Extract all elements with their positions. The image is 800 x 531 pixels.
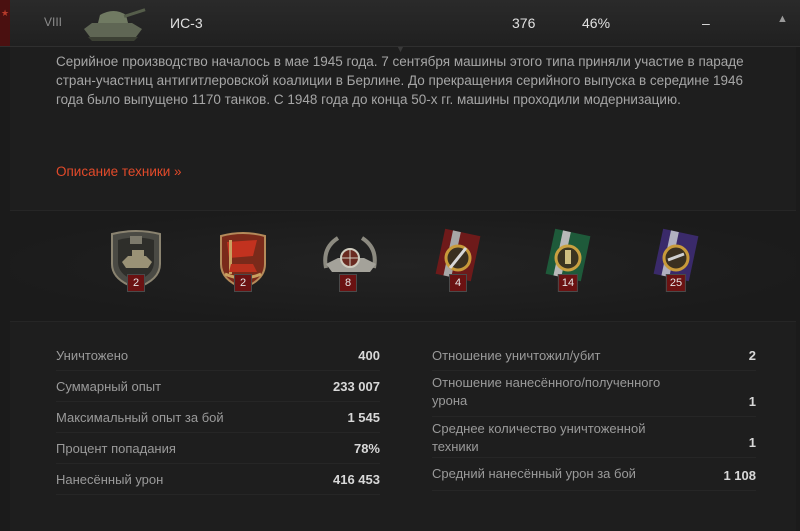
stat-label: Отношение уничтожил/убит	[432, 348, 601, 363]
stat-label: Уничтожено	[56, 348, 129, 363]
tank-row-header[interactable]: ★ VIII ИС-3 376 46% – ▲	[0, 0, 800, 47]
stat-value: 1	[748, 394, 756, 409]
stat-row: Максимальный опыт за бой 1 545	[56, 402, 380, 433]
medal-red-banner[interactable]: 2	[213, 228, 273, 300]
stat-row: Уничтожено 400	[56, 340, 380, 371]
stat-value: 233 007	[333, 379, 380, 394]
medal-count: 25	[665, 274, 687, 292]
stat-row: Среднее количество уничтоженной техники …	[432, 417, 756, 458]
tank-name: ИС-3	[170, 15, 203, 31]
stat-row: Процент попадания 78%	[56, 433, 380, 464]
chevron-up-icon[interactable]: ▲	[777, 13, 788, 25]
stat-label: Среднее количество уничтоженной техники	[432, 421, 646, 454]
battles-count: 376	[512, 15, 536, 31]
medal-purple-ribbon[interactable]: 25	[646, 228, 706, 300]
stat-value: 1	[748, 435, 756, 450]
stat-value: 416 453	[333, 472, 380, 487]
stat-value: 400	[358, 348, 380, 363]
vehicle-description-link[interactable]: Описание техники »	[56, 164, 182, 179]
tank-description: Серийное производство началось в мае 194…	[56, 54, 744, 107]
stat-value: 78%	[353, 441, 380, 456]
stat-label: Средний нанесённый урон за бой	[432, 466, 636, 481]
stat-row: Суммарный опыт 233 007	[56, 371, 380, 402]
win-rate: 46%	[582, 15, 611, 31]
nation-flag-icon: ★	[0, 0, 10, 46]
stat-label: Максимальный опыт за бой	[56, 410, 224, 425]
tank-icon	[84, 8, 146, 41]
medal-count: 2	[127, 274, 145, 292]
medal-count: 4	[449, 274, 467, 292]
stat-row: Отношение нанесённого/полученного урона …	[432, 371, 756, 417]
medal-count: 14	[557, 274, 579, 292]
stats-left-column: Уничтожено 400 Суммарный опыт 233 007 Ма…	[56, 340, 380, 495]
medal-mastery[interactable]: 2	[106, 228, 166, 300]
mastery-value: –	[702, 15, 710, 31]
stat-label: Процент попадания	[56, 441, 176, 456]
medal-red-ribbon[interactable]: 4	[428, 228, 488, 300]
stat-value: 1 108	[723, 468, 756, 483]
stat-value: 1 545	[347, 410, 380, 425]
stat-row: Нанесённый урон 416 453	[56, 464, 380, 495]
stat-label: Суммарный опыт	[56, 379, 162, 394]
stat-label: Нанесённый урон	[56, 472, 164, 487]
medal-count: 8	[339, 274, 357, 292]
stat-row: Отношение уничтожил/убит 2	[432, 340, 756, 371]
stat-row: Средний нанесённый урон за бой 1 108	[432, 458, 756, 491]
stat-label: Отношение нанесённого/полученного урона	[432, 375, 661, 408]
medal-green-ribbon[interactable]: 14	[538, 228, 598, 300]
tank-tier: VIII	[44, 15, 63, 29]
stat-value: 2	[748, 348, 756, 363]
medal-count: 2	[234, 274, 252, 292]
stats-right-column: Отношение уничтожил/убит 2 Отношение нан…	[432, 340, 756, 491]
medal-sniper[interactable]: 8	[318, 228, 378, 300]
